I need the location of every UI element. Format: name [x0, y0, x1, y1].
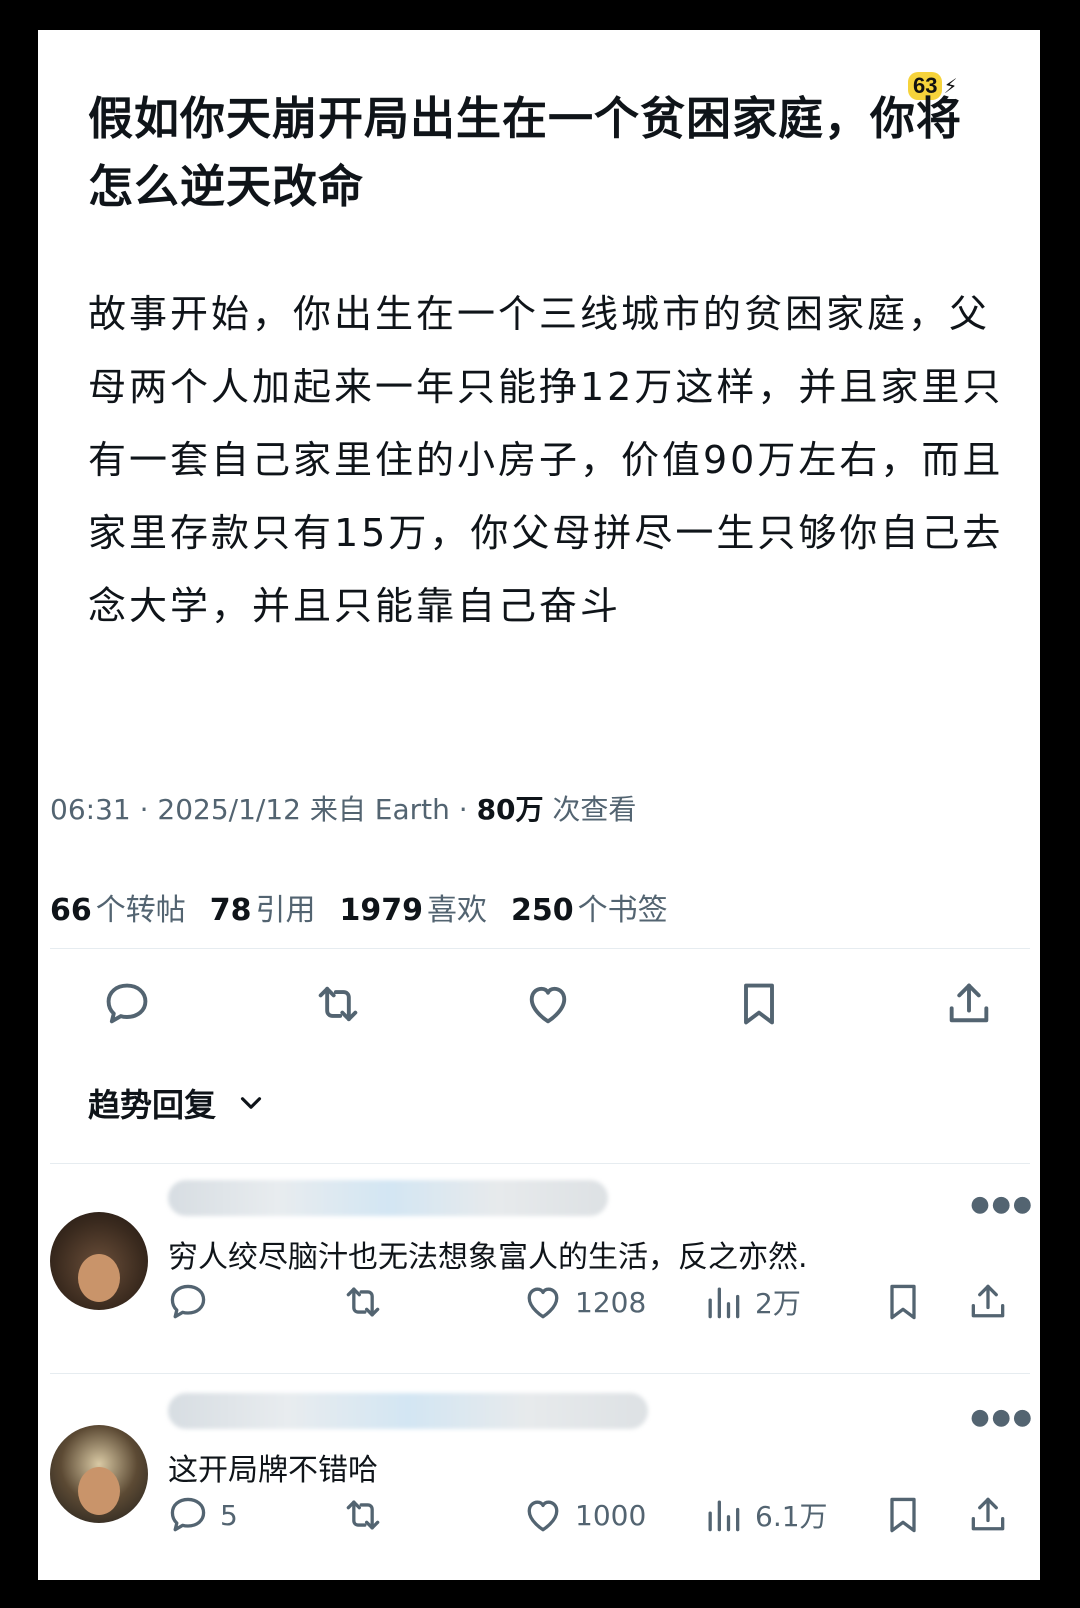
- like-button[interactable]: 1208: [521, 1280, 646, 1324]
- divider: [50, 948, 1030, 949]
- stat-label: 个转帖: [95, 893, 186, 928]
- avatar-face: [78, 1467, 120, 1515]
- stat-num: 250: [511, 893, 574, 928]
- reply-item[interactable]: ●●● 穷人绞尽脑汁也无法想象富人的生活，反之亦然. 1208 2万: [38, 1170, 1040, 1370]
- avatar[interactable]: [50, 1425, 148, 1523]
- stat-num: 66: [50, 893, 92, 928]
- post-actions: [98, 975, 998, 1033]
- like-button[interactable]: 1000: [521, 1493, 646, 1537]
- views-icon: [708, 1500, 740, 1532]
- retweet-button[interactable]: [309, 975, 367, 1033]
- stat-label: 个书签: [577, 893, 668, 928]
- divider: [50, 1373, 1030, 1374]
- post-body: 故事开始，你出生在一个三线城市的贫困家庭，父母两个人加起来一年只能挣12万这样，…: [88, 292, 1004, 628]
- reply-actions: 1208 2万: [166, 1280, 1016, 1336]
- like-icon: [527, 1500, 559, 1532]
- stat-label: 喜欢: [427, 893, 487, 928]
- bookmark-button[interactable]: [881, 1280, 925, 1324]
- reply-actions: 5 1000 6.1万: [166, 1493, 1016, 1549]
- stat-label: 引用: [255, 893, 316, 928]
- retweet-button[interactable]: [341, 1493, 385, 1537]
- share-icon: [971, 1497, 1005, 1531]
- stat-num: 1979: [339, 893, 424, 928]
- like-count: 1000: [575, 1498, 647, 1532]
- more-icon[interactable]: ●●●: [970, 1192, 1034, 1217]
- reply-button[interactable]: [166, 1280, 220, 1324]
- retweet-icon: [346, 1500, 380, 1530]
- post-timestamp: 06:31 · 2025/1/12 来自 Earth ·: [50, 793, 477, 826]
- trending-replies-toggle[interactable]: 趋势回复: [88, 1080, 268, 1126]
- view-count: 2万: [755, 1287, 801, 1320]
- section-label: 趋势回复: [88, 1086, 217, 1124]
- more-icon[interactable]: ●●●: [970, 1405, 1034, 1430]
- stat-reposts[interactable]: 66 个转帖: [50, 885, 186, 929]
- like-count: 1208: [575, 1285, 647, 1319]
- bookmark-button[interactable]: [730, 975, 788, 1033]
- share-button[interactable]: [940, 975, 998, 1033]
- chevron-down-icon: [240, 1097, 262, 1109]
- view-label: 次查看: [543, 793, 637, 826]
- share-icon: [949, 983, 989, 1023]
- share-button[interactable]: [966, 1493, 1010, 1537]
- retweet-icon: [346, 1287, 380, 1317]
- post-stats: 66 个转帖 78 引用 1979 喜欢 250 个书签: [50, 885, 668, 929]
- post-meta: 06:31 · 2025/1/12 来自 Earth · 80万 次查看: [50, 788, 636, 828]
- blurred-username: [168, 1393, 648, 1429]
- view-count: 80万: [476, 793, 544, 826]
- views-button[interactable]: 6.1万: [701, 1493, 828, 1537]
- reply-button[interactable]: [98, 975, 156, 1033]
- retweet-icon: [318, 986, 357, 1022]
- views-icon: [708, 1287, 740, 1319]
- avatar-face: [78, 1254, 120, 1302]
- bookmark-icon: [743, 983, 774, 1025]
- share-icon: [971, 1284, 1005, 1318]
- view-count: 6.1万: [755, 1500, 828, 1533]
- bookmark-button[interactable]: [881, 1493, 925, 1537]
- reply-text: 这开局牌不错哈: [168, 1453, 378, 1488]
- like-icon: [527, 1287, 559, 1319]
- stat-num: 78: [209, 893, 252, 928]
- like-button[interactable]: [519, 975, 577, 1033]
- reply-icon: [106, 983, 148, 1024]
- divider: [50, 1163, 1030, 1164]
- stat-bookmarks[interactable]: 250 个书签: [511, 885, 668, 929]
- stat-quotes[interactable]: 78 引用: [210, 885, 316, 929]
- views-button[interactable]: 2万: [701, 1280, 801, 1324]
- reply-button[interactable]: 5: [166, 1493, 238, 1537]
- blurred-username: [168, 1180, 608, 1216]
- retweet-button[interactable]: [341, 1280, 385, 1324]
- stat-likes[interactable]: 1979 喜欢: [340, 885, 488, 929]
- post-frame: 63 ⚡ 假如你天崩开局出生在一个贫困家庭，你将怎么逆天改命 故事开始，你出生在…: [38, 30, 1040, 1580]
- reply-count: 5: [220, 1498, 238, 1532]
- bookmark-icon: [890, 1497, 916, 1533]
- bookmark-icon: [890, 1284, 916, 1320]
- share-button[interactable]: [966, 1280, 1010, 1324]
- post-title: 假如你天崩开局出生在一个贫困家庭，你将怎么逆天改命: [88, 92, 963, 213]
- reply-item[interactable]: ●●● 这开局牌不错哈 5 1000 6.1万: [38, 1383, 1040, 1580]
- reply-text: 穷人绞尽脑汁也无法想象富人的生活，反之亦然.: [168, 1240, 808, 1275]
- like-icon: [529, 986, 567, 1024]
- reply-icon: [170, 1284, 206, 1319]
- avatar[interactable]: [50, 1212, 148, 1310]
- reply-icon: [170, 1497, 206, 1532]
